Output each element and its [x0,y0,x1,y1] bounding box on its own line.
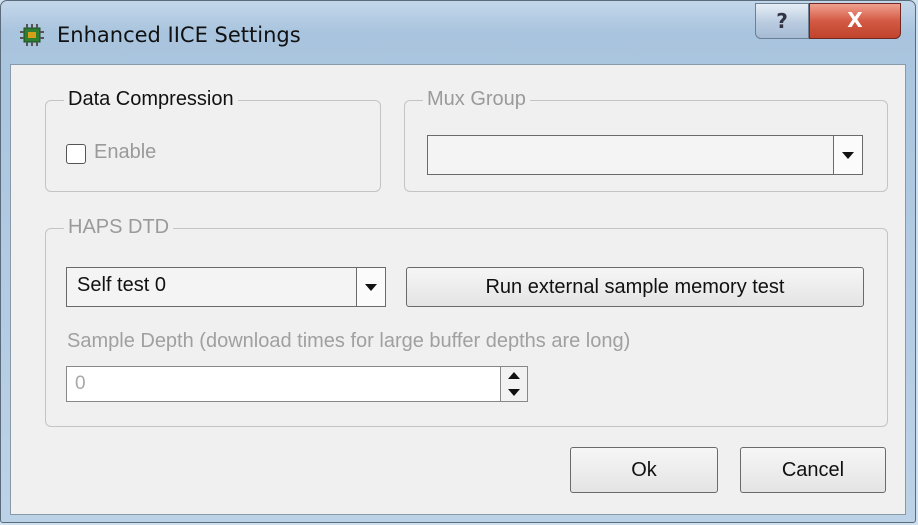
window-title: Enhanced IICE Settings [57,23,301,47]
sample-depth-spinbox[interactable]: 0 [66,366,528,402]
self-test-dropdown-button[interactable] [356,268,385,306]
sample-depth-stepper [500,367,527,401]
enable-checkbox[interactable] [66,144,86,164]
close-button[interactable]: X [809,3,901,39]
title-bar[interactable]: Enhanced IICE Settings ? X [1,1,915,65]
self-test-value: Self test 0 [77,274,166,296]
ok-button[interactable]: Ok [570,447,718,493]
mux-group-dropdown-button[interactable] [833,136,862,174]
sample-depth-hint: Sample Depth (download times for large b… [67,330,631,352]
enable-label[interactable]: Enable [94,141,156,164]
cancel-button[interactable]: Cancel [740,447,886,493]
chevron-down-icon [365,284,377,291]
haps-dtd-legend: HAPS DTD [64,214,174,240]
haps-dtd-group: HAPS DTD Self test 0 Run external sample… [45,214,888,427]
mux-group-legend: Mux Group [423,86,530,112]
dialog-window: Enhanced IICE Settings ? X Data Compress… [0,0,916,523]
help-icon: ? [776,9,788,33]
help-button[interactable]: ? [755,3,809,39]
chip-icon [20,24,44,46]
dialog-client-area: Data Compression Enable Mux Group HAPS D… [10,64,906,515]
arrow-up-icon [508,372,520,379]
chevron-down-icon [842,152,854,159]
run-memory-test-button[interactable]: Run external sample memory test [406,267,864,307]
mux-group: Mux Group [404,86,888,192]
data-compression-group: Data Compression Enable [45,86,381,192]
mux-group-dropdown[interactable] [427,135,863,175]
self-test-dropdown[interactable]: Self test 0 [66,267,386,307]
close-icon: X [847,8,863,32]
data-compression-legend: Data Compression [64,86,238,112]
increment-button[interactable] [501,367,527,385]
sample-depth-input[interactable]: 0 [75,373,86,395]
arrow-down-icon [508,389,520,396]
decrement-button[interactable] [501,384,527,401]
